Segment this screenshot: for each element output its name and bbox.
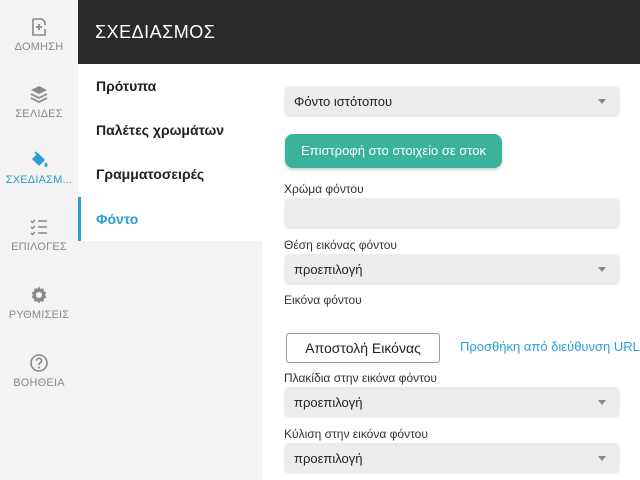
checklist-icon	[30, 219, 47, 236]
subnav-item-templates[interactable]: Πρότυπα	[78, 64, 262, 108]
top-header: ΣΧΕΔΙΑΣΜΟΣ	[78, 0, 640, 64]
rail-item-design[interactable]: ΣΧΕΔΙΑΣΜ...	[0, 150, 78, 186]
select-value: προεπιλογή	[294, 451, 363, 466]
bg-image-label: Εικόνα φόντου	[284, 293, 362, 307]
bg-scroll-select[interactable]: προεπιλογή	[284, 443, 620, 474]
bg-position-select[interactable]: προεπιλογή	[284, 254, 620, 285]
bg-color-field[interactable]	[284, 198, 620, 229]
rail-label: ΒΟΗΘΕΙΑ	[13, 377, 65, 389]
layers-icon	[30, 86, 48, 104]
chevron-down-icon	[598, 99, 606, 104]
subnav-item-background[interactable]: Φόντο	[78, 197, 262, 241]
bg-scroll-label: Κύλιση στην εικόνα φόντου	[284, 427, 428, 441]
add-from-url-link[interactable]: Προσθήκη από διεύθυνση URL	[460, 339, 640, 354]
rail-item-structure[interactable]: ΔΟΜΗΣΗ	[0, 17, 78, 53]
background-settings-panel: Φόντο ιστότοπου Επιστροφή στο στοιχείο σ…	[262, 64, 640, 480]
add-box-icon	[32, 18, 46, 36]
select-value: προεπιλογή	[294, 395, 363, 410]
subnav-item-color-palettes[interactable]: Παλέτες χρωμάτων	[78, 108, 262, 152]
chevron-down-icon	[598, 267, 606, 272]
rail-item-options[interactable]: ΕΠΙΛΟΓΕΣ	[0, 217, 78, 253]
chevron-down-icon	[598, 400, 606, 405]
subnav-item-fonts[interactable]: Γραμματοσειρές	[78, 152, 262, 196]
rail-label: ΔΟΜΗΣΗ	[14, 41, 64, 53]
subnav-background	[78, 241, 262, 480]
rail-label: ΣΧΕΔΙΑΣΜ...	[5, 174, 73, 186]
paint-bucket-icon	[32, 151, 48, 167]
rail-item-pages[interactable]: ΣΕΛΙΔΕΣ	[0, 84, 78, 120]
chevron-down-icon	[598, 456, 606, 461]
rail-item-help[interactable]: ΒΟΗΘΕΙΑ	[0, 353, 78, 389]
design-subnav: Πρότυπα Παλέτες χρωμάτων Γραμματοσειρές …	[78, 64, 262, 480]
rail-label: ΣΕΛΙΔΕΣ	[15, 108, 63, 120]
rail-label: ΡΥΘΜΙΣΕΙΣ	[8, 309, 70, 321]
rail-item-settings[interactable]: ΡΥΘΜΙΣΕΙΣ	[0, 285, 78, 321]
upload-image-button[interactable]: Αποστολή Εικόνας	[286, 333, 440, 363]
icon-rail: ΔΟΜΗΣΗ ΣΕΛΙΔΕΣ ΣΧΕΔΙΑΣΜ... ΕΠΙΛΟΓΕΣ ΡΥΘΜ…	[0, 0, 78, 480]
app-window: ΔΟΜΗΣΗ ΣΕΛΙΔΕΣ ΣΧΕΔΙΑΣΜ... ΕΠΙΛΟΓΕΣ ΡΥΘΜ…	[0, 0, 640, 480]
background-target-select[interactable]: Φόντο ιστότοπου	[284, 86, 620, 117]
select-value: προεπιλογή	[294, 262, 363, 277]
page-title: ΣΧΕΔΙΑΣΜΟΣ	[95, 22, 216, 42]
gear-icon	[31, 286, 47, 304]
bg-position-label: Θέση εικόνας φόντου	[284, 238, 397, 252]
help-circle-icon	[30, 354, 48, 372]
bg-tiles-select[interactable]: προεπιλογή	[284, 387, 620, 418]
bg-color-label: Χρώμα φόντου	[284, 182, 364, 196]
revert-to-stock-button[interactable]: Επιστροφή στο στοιχείο σε στοκ	[285, 134, 502, 168]
bg-tiles-label: Πλακίδια στην εικόνα φόντου	[284, 371, 437, 385]
rail-label: ΕΠΙΛΟΓΕΣ	[11, 241, 67, 253]
select-value: Φόντο ιστότοπου	[294, 94, 393, 109]
